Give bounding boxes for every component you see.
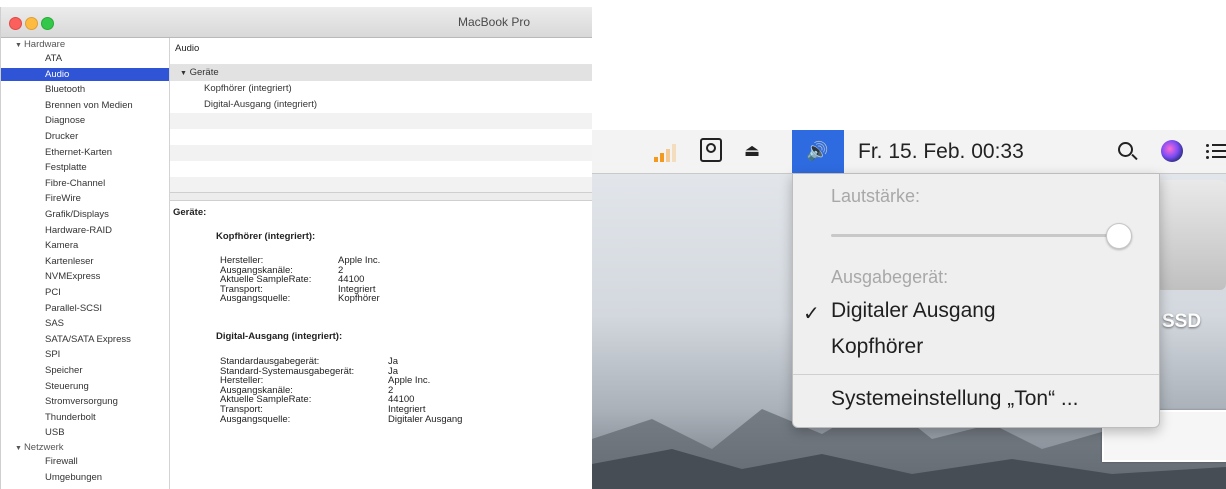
split-view-divider[interactable] (170, 192, 593, 201)
output-item-headphones[interactable]: Kopfhörer (831, 335, 923, 359)
detail-key: Ausgangsquelle: (220, 413, 291, 425)
detail-value: Digitaler Ausgang (388, 413, 463, 425)
window-titlebar[interactable]: MacBook Pro (1, 7, 593, 38)
sidebar-item[interactable]: Ethernet-Karten (1, 146, 169, 159)
sidebar-item[interactable]: SAS (1, 317, 169, 330)
table-group-row[interactable]: ▼ Geräte (170, 65, 593, 81)
sidebar-item[interactable]: Grafik/Displays (1, 208, 169, 221)
sound-preferences-item[interactable]: Systemeinstellung „Ton“ ... (831, 387, 1078, 411)
system-information-window: MacBook Pro ▼ Hardware ATA Audio Bluetooth B… (0, 7, 593, 489)
sidebar-item[interactable]: Speicher (1, 364, 169, 377)
volume-menu-extra[interactable]: 🔊 (792, 130, 844, 173)
device-title: Digital-Ausgang (integriert): (216, 331, 343, 342)
sidebar-group-hardware[interactable]: ▼ Hardware (15, 39, 65, 50)
zoom-button[interactable] (41, 17, 54, 30)
volume-icon: 🔊 (806, 141, 829, 161)
sidebar-item[interactable]: PCI (1, 286, 169, 299)
detail-value: Kopfhörer (338, 293, 380, 305)
sidebar-item[interactable]: SATA/SATA Express (1, 333, 169, 346)
sidebar-item[interactable]: Kartenleser (1, 255, 169, 268)
detail-pane: Geräte: Kopfhörer (integriert): Herstell… (170, 201, 593, 489)
sidebar-item[interactable]: Umgebungen (1, 471, 169, 484)
sidebar-item[interactable]: Audio (1, 67, 169, 81)
sidebar-item[interactable]: Kamera (1, 239, 169, 252)
device-title: Kopfhörer (integriert): (216, 231, 316, 242)
detail-title: Geräte: (173, 207, 207, 218)
sidebar-item[interactable]: Parallel-SCSI (1, 302, 169, 315)
sidebar-item[interactable]: ATA (1, 52, 169, 65)
volume-slider-knob[interactable] (1106, 223, 1133, 249)
desktop-area: SSD ⏏ 🔊 Fr. 15. Feb. 00:33 Lautstärke: A… (592, 0, 1226, 489)
sidebar-item[interactable]: Firewall (1, 455, 169, 468)
disk-desktop-icon[interactable] (1156, 180, 1226, 290)
disclosure-triangle-icon[interactable]: ▼ (15, 445, 22, 452)
table-row[interactable]: Digital-Ausgang (integriert) (170, 97, 593, 113)
table-row-empty (170, 145, 593, 161)
disclosure-triangle-icon[interactable]: ▼ (170, 70, 187, 77)
table-row[interactable]: Kopfhörer (integriert) (170, 81, 593, 97)
sidebar-item[interactable]: SPI (1, 348, 169, 361)
eject-icon[interactable]: ⏏ (744, 141, 760, 161)
menu-bar: ⏏ 🔊 Fr. 15. Feb. 00:33 (592, 130, 1226, 174)
sidebar-item[interactable]: Drucker (1, 130, 169, 143)
table-row-empty (170, 161, 593, 177)
menu-separator (793, 374, 1159, 375)
disk-icon[interactable] (700, 138, 722, 162)
output-device-label: Ausgabegerät: (831, 267, 949, 287)
disclosure-triangle-icon[interactable]: ▼ (15, 42, 22, 49)
volume-label: Lautstärke: (831, 186, 921, 206)
output-item-digital[interactable]: Digitaler Ausgang (831, 299, 996, 323)
table-row-empty (170, 113, 593, 129)
menu-bar-clock[interactable]: Fr. 15. Feb. 00:33 (858, 140, 1024, 164)
siri-icon[interactable] (1161, 140, 1183, 162)
detail-row: Ausgangsquelle: Kopfhörer (220, 293, 540, 304)
content-pane: Audio ▼ Geräte Kopfhörer (integriert) Di… (170, 38, 593, 489)
window-title: MacBook Pro (458, 15, 531, 29)
checkmark-icon: ✓ (803, 303, 820, 325)
minimize-button[interactable] (25, 17, 38, 30)
table-row-empty (170, 129, 593, 145)
sidebar-item[interactable]: Thunderbolt (1, 411, 169, 424)
sidebar-item[interactable]: Fibre-Channel (1, 177, 169, 190)
wifi-icon[interactable] (654, 142, 678, 162)
sidebar-item[interactable]: FireWire (1, 192, 169, 205)
sidebar-item[interactable]: NVMExpress (1, 270, 169, 283)
disk-desktop-label[interactable]: SSD (1162, 311, 1201, 333)
volume-slider[interactable] (831, 234, 1127, 237)
sidebar-item[interactable]: Festplatte (1, 161, 169, 174)
sidebar-item[interactable]: Stromversorgung (1, 395, 169, 408)
sidebar-group-network[interactable]: ▼ Netzwerk (15, 442, 64, 453)
sidebar-item[interactable]: Hardware-RAID (1, 224, 169, 237)
content-heading: Audio (175, 43, 200, 54)
sidebar-item[interactable]: Diagnose (1, 114, 169, 127)
table-row-empty (170, 177, 593, 193)
sidebar: ▼ Hardware ATA Audio Bluetooth Brennen von M… (1, 38, 170, 489)
detail-row: Ausgangsquelle: Digitaler Ausgang (220, 414, 540, 425)
notification-list-icon[interactable] (1206, 144, 1226, 160)
volume-dropdown-menu: Lautstärke: Ausgabegerät: ✓ Digitaler Au… (792, 173, 1160, 428)
sidebar-item[interactable]: Brennen von Medien (1, 99, 169, 112)
close-button[interactable] (9, 17, 22, 30)
detail-key: Ausgangsquelle: (220, 293, 291, 305)
search-icon[interactable] (1118, 142, 1133, 157)
sidebar-item[interactable]: USB (1, 426, 169, 439)
sidebar-item[interactable]: Bluetooth (1, 83, 169, 96)
sidebar-item[interactable]: Steuerung (1, 380, 169, 393)
